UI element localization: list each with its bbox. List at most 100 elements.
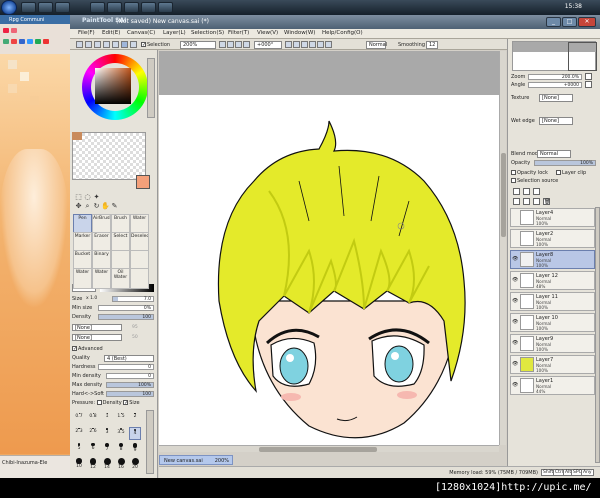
hardness-slider[interactable]: 0 [98,364,154,370]
hard-soft-slider[interactable]: 100 [106,391,154,397]
app-icon[interactable] [107,2,122,13]
move-icon[interactable]: ✥ [74,202,83,211]
layer-blend-mode-select[interactable]: Normal [537,150,571,158]
bookmark-icon[interactable] [3,28,9,33]
view-mode-icon[interactable] [130,41,137,48]
menu-edit[interactable]: Edit(E) [102,30,120,36]
app-icon[interactable] [124,2,139,13]
visibility-eye-icon[interactable]: 👁 [512,256,518,262]
visibility-eye-icon[interactable]: 👁 [512,361,518,367]
rotate-right-icon[interactable] [293,41,300,48]
canvas-horizontal-scrollbar[interactable] [159,445,499,452]
layer-row[interactable]: Layer4 Normal 100% [510,208,595,227]
menu-filter[interactable]: Filter(T) [228,30,249,36]
mode-select[interactable]: Normal [366,41,387,49]
chibi-drawing[interactable] [159,51,499,445]
panel-scrollbar[interactable] [147,58,155,118]
bookmark-icon[interactable] [35,39,41,44]
pressure-size-checkbox[interactable]: ✓ [123,400,128,406]
layer-row[interactable]: 👁 Layer9 Normal 100% [510,334,595,353]
menu-window[interactable]: Window(W) [284,30,315,36]
horizontal-scroll-thumb[interactable] [259,447,377,452]
layer-list-scrollbar[interactable] [595,207,600,463]
view-mode-icon[interactable] [112,41,119,48]
navigator-preview[interactable] [512,41,597,71]
vertical-scroll-thumb[interactable] [501,153,506,237]
selection-source-toggle[interactable]: Selection source [511,178,558,184]
pressure-density-checkbox[interactable] [96,400,102,405]
firefox-icon[interactable] [38,2,53,13]
brush-size-preset[interactable]: 0.8 [87,412,99,425]
menu-file[interactable]: File(F) [78,30,95,36]
nav-zoom-reset-icon[interactable] [585,73,592,80]
tool-empty[interactable] [130,268,149,289]
layer-row[interactable]: 👁 Layer 10 Normal 100% [510,313,595,332]
menu-layer[interactable]: Layer(L) [163,30,186,36]
bookmark-icon[interactable] [19,39,25,44]
brush-size-preset[interactable]: 2 [129,412,141,425]
bookmark-icon[interactable] [11,39,17,44]
size-slider[interactable]: 7.0 [112,296,154,302]
canvas-viewport[interactable] [159,51,499,445]
selection-checkbox[interactable]: ✓ [141,42,146,48]
view-mode-icon[interactable] [85,41,92,48]
rotate-reset-icon[interactable] [301,41,308,48]
view-mode-icon[interactable] [121,41,128,48]
scratchpad[interactable] [72,132,146,180]
layer-row[interactable]: 👁 Layer1 Normal 44% [510,376,595,395]
min-density-slider[interactable]: 0 [106,373,154,379]
tool-oil-water[interactable]: Oil Water [111,268,130,289]
layer-row[interactable]: Layer2 Normal 100% [510,229,595,248]
brush-size-preset[interactable]: 3.5 [115,427,127,440]
rotation-field[interactable]: +000° [254,41,282,49]
start-button[interactable] [1,0,17,15]
advanced-checkbox[interactable]: ✓ [72,346,77,352]
brush-size-preset[interactable]: 2.6 [87,427,99,440]
bookmark-icon[interactable] [11,28,17,33]
layer-row[interactable]: 👁 Layer8 Normal 100% [510,250,595,269]
app-icon[interactable] [158,2,173,13]
brush-size-preset[interactable]: 12 [87,457,99,470]
eyedropper-icon[interactable]: ✎ [110,202,119,211]
app-icon[interactable] [141,2,156,13]
brush-size-preset[interactable]: 3 [101,427,113,440]
layer-row[interactable]: 👁 Layer 12 Normal 48% [510,271,595,290]
brush-size-preset[interactable]: 7 [101,442,113,455]
maximize-button[interactable]: □ [562,17,577,27]
delete-layer-icon[interactable]: 🗑 [543,198,550,205]
brush-size-preset[interactable]: 14 [101,457,113,470]
lasso-icon[interactable]: ◌ [83,193,92,202]
clear-layer-icon[interactable] [533,198,540,205]
nav-zoom-slider[interactable]: 200.0% [528,74,582,80]
menu-view[interactable]: View(V) [257,30,278,36]
chrome-icon[interactable] [21,2,36,13]
brush-size-scrollbar[interactable] [146,410,154,474]
visibility-eye-icon[interactable]: 👁 [512,340,518,346]
visibility-eye-icon[interactable]: 👁 [512,319,518,325]
brush-size-preset[interactable]: 9 [129,442,141,455]
flip-icon[interactable] [317,41,324,48]
layer-clip-toggle[interactable]: Layer clip [556,170,586,176]
quality-select[interactable]: 4 (Best) [104,355,154,362]
brush-size-preset[interactable]: 5 [73,442,85,455]
view-mode-icon[interactable] [76,41,83,48]
visibility-eye-icon[interactable] [512,214,518,220]
selection-toggle[interactable]: ✓Selection [141,42,170,48]
brush-size-preset[interactable]: 6 [87,442,99,455]
texture-select[interactable]: [None] [539,94,573,102]
visibility-eye-icon[interactable]: 👁 [512,298,518,304]
size-multiplier[interactable]: x 1.0 [86,296,97,301]
layer-row[interactable]: 👁 Layer 11 Normal 100% [510,292,595,311]
new-linework-layer-icon[interactable] [523,188,530,195]
zoom-out-icon[interactable] [219,41,226,48]
close-button[interactable]: ✕ [578,17,596,27]
zoom-reset-icon[interactable] [235,41,242,48]
bookmark-icon[interactable] [3,39,9,44]
new-layer-icon[interactable] [513,188,520,195]
selection-source-checkbox[interactable] [511,178,516,183]
min-size-slider[interactable]: 0% [98,305,154,311]
wet-edge-select[interactable]: [None] [539,117,573,125]
hand-icon[interactable]: ✋ [101,202,110,211]
zoom-in-icon[interactable] [227,41,234,48]
density-slider[interactable]: 100 [98,314,154,320]
